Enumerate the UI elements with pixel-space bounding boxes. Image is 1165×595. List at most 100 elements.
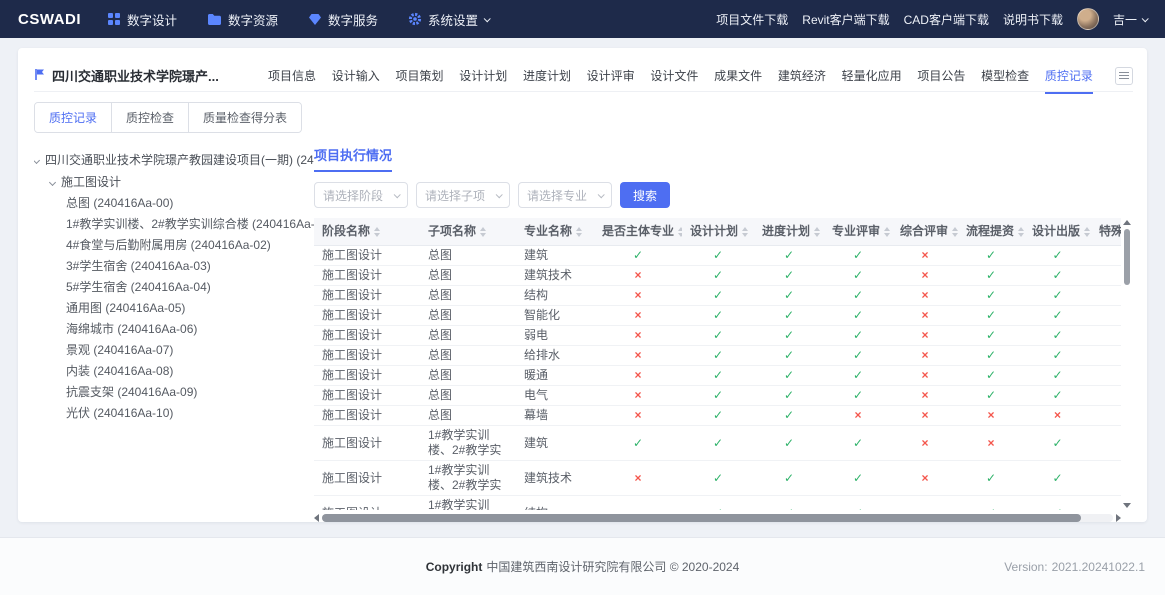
search-button[interactable]: 搜索 [620,182,670,208]
flag-icon [34,68,46,84]
cross-icon: × [594,286,682,306]
table-row: 施工图设计总图建筑技术×✓✓✓×✓✓ [314,266,1121,286]
tree-item[interactable]: 总图 (240416Aa-00) [34,193,314,214]
horizontal-scroll-track[interactable] [322,514,1113,522]
filter-select[interactable]: 请选择子项 [416,182,510,208]
sort-icon[interactable] [1018,227,1024,237]
sort-icon[interactable] [678,227,682,237]
nav-link[interactable]: 项目文件下载 [716,11,788,28]
subtab-质控记录[interactable]: 质控记录 [35,103,112,132]
tab-设计计划[interactable]: 设计计划 [459,58,507,93]
nav-item-数字资源[interactable]: 数字资源 [207,10,278,29]
cell-major: 幕墙 [516,406,594,426]
tab-项目策划[interactable]: 项目策划 [395,58,443,93]
col-header-进度计划[interactable]: 进度计划 [754,218,824,246]
tree-stage[interactable]: 施工图设计 [34,171,314,193]
subtab-质量检查得分表[interactable]: 质量检查得分表 [189,103,301,132]
col-header-子项名称[interactable]: 子项名称 [420,218,516,246]
user-avatar[interactable] [1077,8,1099,30]
check-icon: ✓ [754,406,824,426]
chevron-down-icon [496,191,503,198]
col-header-是否主体专业[interactable]: 是否主体专业 [594,218,682,246]
check-icon: ✓ [958,496,1024,511]
sort-icon[interactable] [576,227,582,237]
tree-item[interactable]: 抗震支架 (240416Aa-09) [34,382,314,403]
horizontal-scrollbar[interactable] [314,514,1121,522]
col-header-流程提资[interactable]: 流程提资 [958,218,1024,246]
cross-icon: × [594,496,682,511]
column-label: 是否主体专业 [602,224,674,239]
col-header-设计计划[interactable]: 设计计划 [682,218,754,246]
tab-项目公告[interactable]: 项目公告 [917,58,965,93]
cell-extra [1091,326,1121,346]
nav-item-系统设置[interactable]: 系统设置 [408,10,489,29]
tab-设计输入[interactable]: 设计输入 [332,58,380,93]
nav-item-数字服务[interactable]: 数字服务 [308,10,378,29]
col-header-设计出版[interactable]: 设计出版 [1024,218,1091,246]
scroll-down-icon[interactable] [1123,503,1131,508]
filter-select[interactable]: 请选择专业 [518,182,612,208]
tab-设计评审[interactable]: 设计评审 [587,58,635,93]
tree-item[interactable]: 3#学生宿舍 (240416Aa-03) [34,256,314,277]
cell-extra [1091,266,1121,286]
vertical-scroll-thumb[interactable] [1124,229,1130,285]
cell-subitem: 1#教学实训楼、2#教学实训综合楼 [420,461,516,496]
check-icon: ✓ [682,406,754,426]
col-header-特殊[interactable]: 特殊 [1091,218,1121,246]
tree-item[interactable]: 内装 (240416Aa-08) [34,361,314,382]
tree-item[interactable]: 海绵城市 (240416Aa-06) [34,319,314,340]
user-menu[interactable]: 吉一 [1113,11,1147,28]
col-header-阶段名称[interactable]: 阶段名称 [314,218,420,246]
tree-item[interactable]: 4#食堂与后勤附属用房 (240416Aa-02) [34,235,314,256]
sort-icon[interactable] [952,227,958,237]
tree-item[interactable]: 景观 (240416Aa-07) [34,340,314,361]
tab-质控记录[interactable]: 质控记录 [1045,58,1093,93]
tree-root[interactable]: 四川交通职业技术学院璟产教园建设项目(一期) (240416Aa) [34,149,314,171]
column-header-inner: 流程提资 [966,224,1016,239]
check-icon: ✓ [824,366,892,386]
sort-icon[interactable] [884,227,890,237]
check-icon: ✓ [754,246,824,266]
tree-item[interactable]: 通用图 (240416Aa-05) [34,298,314,319]
vertical-scrollbar[interactable] [1121,218,1133,510]
tab-成果文件[interactable]: 成果文件 [714,58,762,93]
check-icon: ✓ [824,326,892,346]
tab-模型检查[interactable]: 模型检查 [981,58,1029,93]
nav-link[interactable]: CAD客户端下载 [904,11,989,28]
nav-link[interactable]: 说明书下载 [1003,11,1063,28]
tab-进度计划[interactable]: 进度计划 [523,58,571,93]
record-subtabs: 质控记录质控检查质量检查得分表 [34,102,302,133]
tree-item[interactable]: 光伏 (240416Aa-10) [34,403,314,424]
sort-icon[interactable] [480,227,486,237]
tree-item[interactable]: 5#学生宿舍 (240416Aa-04) [34,277,314,298]
cell-stage: 施工图设计 [314,386,420,406]
sort-icon[interactable] [742,227,748,237]
tab-execution-status[interactable]: 项目执行情况 [314,145,392,172]
tab-设计文件[interactable]: 设计文件 [650,58,698,93]
nav-item-数字设计[interactable]: 数字设计 [107,10,177,29]
col-header-专业评审[interactable]: 专业评审 [824,218,892,246]
check-icon: ✓ [958,461,1024,496]
page-footer: Copyright 中国建筑西南设计研究院有限公司 © 2020-2024 Ve… [0,537,1165,595]
horizontal-scroll-thumb[interactable] [322,514,1081,522]
scroll-right-icon[interactable] [1116,514,1121,522]
col-header-专业名称[interactable]: 专业名称 [516,218,594,246]
list-icon[interactable] [1115,67,1133,85]
scroll-left-icon[interactable] [314,514,319,522]
cross-icon: × [892,386,958,406]
check-icon: ✓ [958,366,1024,386]
filter-select[interactable]: 请选择阶段 [314,182,408,208]
col-header-综合评审[interactable]: 综合评审 [892,218,958,246]
tab-项目信息[interactable]: 项目信息 [268,58,316,93]
scroll-up-icon[interactable] [1123,220,1131,225]
tab-轻量化应用[interactable]: 轻量化应用 [842,58,902,93]
subtab-质控检查[interactable]: 质控检查 [112,103,189,132]
sort-icon[interactable] [814,227,820,237]
sort-icon[interactable] [1084,227,1090,237]
nav-link[interactable]: Revit客户端下载 [802,11,889,28]
cell-stage: 施工图设计 [314,246,420,266]
check-icon: ✓ [824,426,892,461]
sort-icon[interactable] [374,227,380,237]
tree-item[interactable]: 1#教学实训楼、2#教学实训综合楼 (240416Aa-01) [34,214,314,235]
tab-建筑经济[interactable]: 建筑经济 [778,58,826,93]
